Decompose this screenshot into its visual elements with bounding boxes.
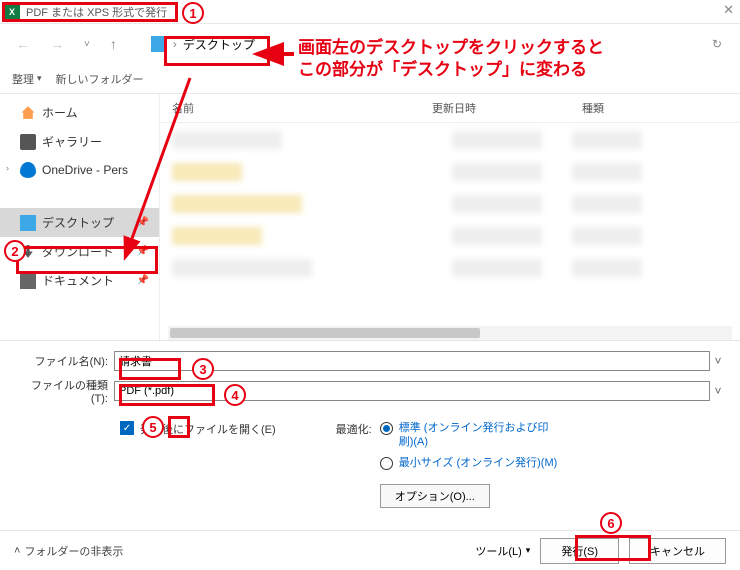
body-area: ホーム ギャラリー › OneDrive - Pers デスクトップ 📌 ダウンロー… — [0, 94, 740, 340]
chevron-down-icon: ▾ — [526, 545, 531, 556]
refresh-icon[interactable]: ↻ — [704, 33, 730, 55]
filetype-label: ファイルの種類(T): — [14, 377, 114, 405]
column-headers: 名前 更新日時 種類 — [160, 94, 740, 123]
gallery-icon — [20, 134, 36, 150]
radio-minsize-label: 最小サイズ (オンライン発行)(M) — [399, 456, 558, 470]
sidebar-item-label: デスクトップ — [42, 214, 114, 231]
pin-icon: 📌 — [137, 275, 149, 286]
back-icon[interactable]: ← — [10, 32, 36, 56]
title-bar: X PDF または XPS 形式で発行 ✕ — [0, 0, 740, 24]
sidebar-item-label: ホーム — [42, 104, 78, 121]
desktop-icon — [151, 36, 167, 52]
breadcrumb[interactable]: › デスクトップ — [141, 32, 265, 57]
filetype-input[interactable] — [114, 381, 710, 401]
column-date[interactable]: 更新日時 — [432, 100, 582, 116]
window-title: PDF または XPS 形式で発行 — [26, 4, 167, 20]
filename-label: ファイル名(N): — [14, 353, 114, 369]
home-icon — [20, 105, 36, 121]
recent-icon[interactable]: ˅ — [78, 35, 96, 54]
sidebar-item-label: ダウンロード — [42, 243, 114, 260]
horizontal-scrollbar[interactable] — [168, 326, 732, 340]
forward-icon[interactable]: → — [44, 32, 70, 56]
tools-label: ツール(L) — [475, 543, 521, 559]
sidebar-item-label: ギャラリー — [42, 133, 102, 150]
publish-button[interactable]: 発行(S) — [540, 538, 619, 564]
radio-standard[interactable] — [380, 422, 393, 435]
chevron-down-icon: ▾ — [37, 73, 42, 84]
column-name[interactable]: 名前 — [172, 100, 432, 116]
sidebar-item-label: OneDrive - Pers — [42, 163, 128, 177]
column-type[interactable]: 種類 — [582, 100, 682, 116]
organize-menu[interactable]: 整理▾ — [12, 71, 42, 87]
sidebar-item-documents[interactable]: ドキュメント 📌 — [0, 266, 159, 295]
file-rows — [160, 123, 740, 299]
footer: ˄ フォルダーの非表示 ツール(L) ▾ 発行(S) キャンセル — [0, 530, 740, 570]
excel-icon: X — [4, 4, 20, 20]
file-list[interactable]: 名前 更新日時 種類 — [160, 94, 740, 340]
new-folder-button[interactable]: 新しいフォルダー — [56, 71, 144, 87]
radio-standard-label: 標準 (オンライン発行および印刷)(A) — [399, 421, 560, 450]
sidebar: ホーム ギャラリー › OneDrive - Pers デスクトップ 📌 ダウンロー… — [0, 94, 160, 340]
open-after-label: 発行後にファイルを開く(E) — [140, 421, 276, 437]
optimize-label: 最適化: — [336, 421, 372, 504]
chevron-down-icon[interactable]: ˅ — [710, 354, 726, 368]
open-after-checkbox[interactable]: ✓ — [120, 421, 134, 435]
pin-icon: 📌 — [137, 246, 149, 257]
scroll-thumb[interactable] — [170, 328, 480, 338]
desktop-icon — [20, 215, 36, 231]
hide-folders-label: フォルダーの非表示 — [24, 543, 123, 559]
chevron-right-icon[interactable]: › — [6, 163, 9, 173]
sidebar-item-onedrive[interactable]: OneDrive - Pers — [0, 156, 159, 184]
document-icon — [20, 273, 36, 289]
cancel-button[interactable]: キャンセル — [629, 538, 726, 564]
sidebar-item-downloads[interactable]: ダウンロード 📌 — [0, 237, 159, 266]
tools-menu[interactable]: ツール(L) ▾ — [475, 543, 530, 559]
radio-minsize[interactable] — [380, 457, 393, 470]
nav-row: ← → ˅ ↑ › デスクトップ ↻ — [0, 24, 740, 64]
form-area: ファイル名(N): ˅ ファイルの種類(T): ˅ — [0, 340, 740, 417]
chevron-right-icon: › — [173, 37, 177, 51]
breadcrumb-location: デスクトップ — [183, 36, 255, 53]
chevron-down-icon[interactable]: ˅ — [710, 384, 726, 398]
filename-input[interactable] — [114, 351, 710, 371]
pin-icon: 📌 — [137, 217, 149, 228]
options-area: ✓ 発行後にファイルを開く(E) 最適化: 標準 (オンライン発行および印刷)(… — [0, 417, 740, 518]
download-icon — [20, 244, 36, 260]
up-icon[interactable]: ↑ — [104, 32, 123, 56]
sidebar-item-gallery[interactable]: ギャラリー — [0, 127, 159, 156]
sidebar-item-home[interactable]: ホーム — [0, 98, 159, 127]
close-icon[interactable]: ✕ — [723, 2, 734, 18]
chevron-up-icon: ˄ — [14, 545, 20, 557]
hide-folders-toggle[interactable]: ˄ フォルダーの非表示 — [14, 543, 123, 559]
toolbar: 整理▾ 新しいフォルダー — [0, 64, 740, 94]
sidebar-item-desktop[interactable]: デスクトップ 📌 — [0, 208, 159, 237]
cloud-icon — [20, 162, 36, 178]
options-button[interactable]: オプション(O)... — [380, 484, 490, 508]
sidebar-item-label: ドキュメント — [42, 272, 114, 289]
